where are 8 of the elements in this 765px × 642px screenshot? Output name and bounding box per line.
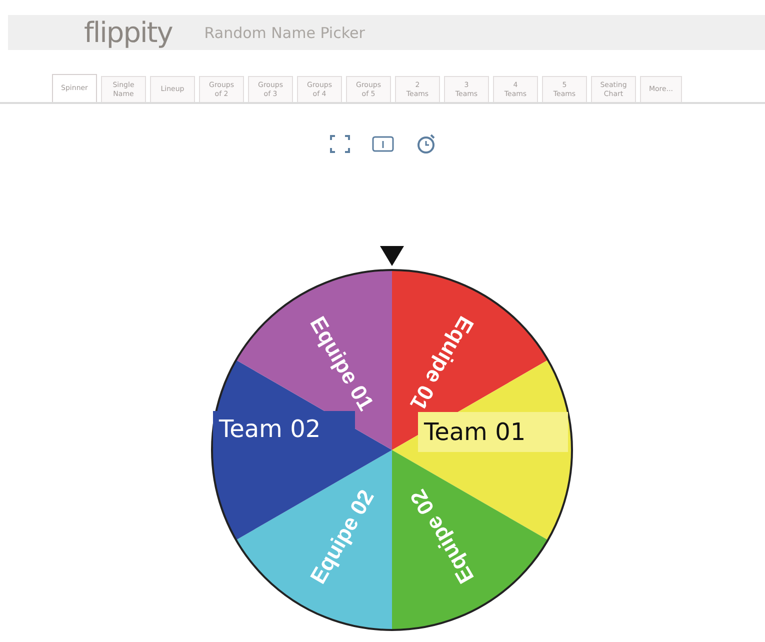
timer-icon[interactable] [416, 134, 436, 154]
pointer-icon [380, 246, 404, 266]
result-label: Team 01 [418, 412, 568, 452]
fullscreen-icon[interactable] [330, 135, 350, 153]
page-title: Random Name Picker [204, 24, 365, 42]
logo[interactable]: flippity [84, 18, 172, 46]
result-label: Team 02 [213, 411, 355, 447]
info-icon[interactable] [372, 136, 394, 152]
